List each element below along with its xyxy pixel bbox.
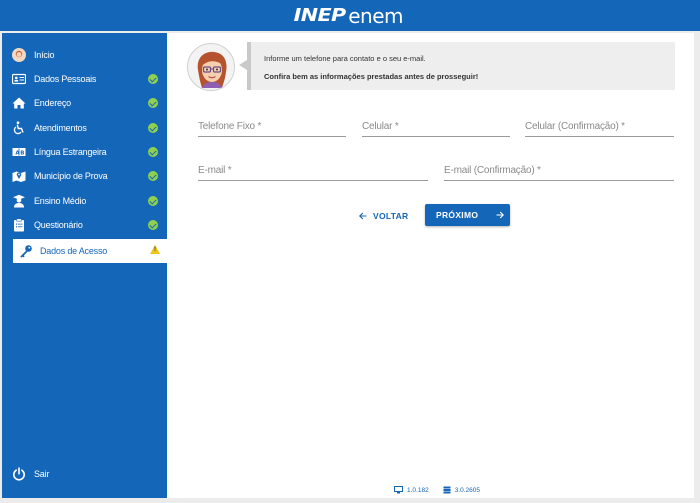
sidebar-item-atendimentos[interactable]: Atendimentos [2, 116, 167, 140]
celular-input[interactable] [362, 113, 510, 136]
back-button[interactable]: VOLTAR [359, 208, 409, 224]
avatar-icon [12, 48, 26, 62]
sidebar-item-inicio[interactable]: Início [2, 43, 167, 67]
next-button[interactable]: PRÓXIMO [425, 204, 510, 226]
sidebar-item-label: Endereço [34, 98, 71, 108]
sidebar: Início Dados Pessoais Endereço Atendimen… [2, 33, 169, 498]
sidebar-item-label: Atendimentos [34, 123, 87, 133]
next-button-label: PRÓXIMO [436, 210, 479, 220]
sidebar-item-label: Dados Pessoais [34, 74, 97, 84]
sidebar-item-lingua-estrangeira[interactable]: A B Língua Estrangeira [2, 140, 167, 164]
sidebar-item-dados-pessoais[interactable]: Dados Pessoais [2, 67, 167, 91]
sidebar-item-label: Dados de Acesso [40, 246, 108, 256]
check-icon [148, 196, 158, 206]
telefone-fixo-input[interactable] [198, 113, 346, 136]
check-icon [148, 98, 158, 108]
check-icon [148, 147, 158, 157]
instruction-line-1: Informe um telefone para contato e o seu… [264, 54, 426, 63]
home-icon [12, 97, 26, 109]
logout-label: Sair [34, 469, 50, 479]
check-icon [148, 123, 158, 133]
assistant-avatar-icon [197, 51, 227, 88]
power-icon [13, 467, 25, 481]
server-version-text: 3.0.2605 [454, 486, 480, 494]
email-field[interactable] [198, 157, 428, 181]
language-icon: A B [12, 148, 26, 157]
version-footer: 1.0.182 3.0.2605 [394, 486, 480, 494]
enem-logo: INEP enem [293, 3, 404, 28]
client-version: 1.0.182 [394, 486, 429, 494]
celular-confirmacao-field[interactable] [525, 113, 674, 137]
monitor-icon [394, 486, 403, 494]
sidebar-item-ensino-medio[interactable]: Ensino Médio [2, 189, 167, 213]
sidebar-item-questionario[interactable]: Questionário [2, 213, 167, 237]
check-icon [148, 220, 158, 230]
clipboard-icon [14, 218, 24, 232]
top-bar: INEP enem [0, 0, 700, 31]
sidebar-item-label: Questionário [34, 220, 83, 230]
logout-button[interactable]: Sair [2, 462, 167, 486]
assistant-avatar [187, 43, 235, 91]
celular-field[interactable] [362, 113, 510, 137]
id-card-icon [12, 73, 26, 85]
sidebar-item-label: Língua Estrangeira [34, 147, 107, 157]
sidebar-item-endereco[interactable]: Endereço [2, 91, 167, 115]
check-icon [148, 171, 158, 181]
student-icon [13, 194, 25, 208]
svg-text:B: B [20, 151, 24, 157]
logo-inep-text: INEP [293, 5, 347, 26]
arrow-left-icon [359, 212, 367, 220]
key-icon [20, 245, 32, 258]
sidebar-item-municipio-de-prova[interactable]: Município de Prova [2, 164, 167, 188]
sidebar-item-label: Ensino Médio [34, 196, 87, 206]
arrow-right-icon [496, 211, 505, 219]
email-input[interactable] [198, 157, 428, 180]
warning-icon: ! [150, 245, 160, 254]
email-confirmacao-input[interactable] [444, 157, 674, 180]
sidebar-item-label: Município de Prova [34, 171, 108, 181]
sidebar-item-label: Início [34, 50, 55, 60]
back-button-label: VOLTAR [373, 211, 409, 221]
instruction-message: Informe um telefone para contato e o seu… [239, 42, 675, 90]
sidebar-item-dados-de-acesso[interactable]: Dados de Acesso ! [13, 239, 169, 263]
celular-confirmacao-input[interactable] [525, 113, 674, 136]
main-content: Informe um telefone para contato e o seu… [167, 33, 694, 498]
server-icon [443, 486, 451, 494]
instruction-line-2: Confira bem as informações prestadas ant… [264, 72, 479, 81]
logo-enem-text: enem [348, 3, 404, 28]
server-version: 3.0.2605 [443, 486, 480, 494]
accessibility-icon [13, 121, 24, 135]
client-version-text: 1.0.182 [407, 486, 429, 494]
telefone-fixo-field[interactable] [198, 113, 346, 137]
check-icon [148, 74, 158, 84]
map-pin-icon [12, 171, 26, 182]
email-confirmacao-field[interactable] [444, 157, 674, 181]
